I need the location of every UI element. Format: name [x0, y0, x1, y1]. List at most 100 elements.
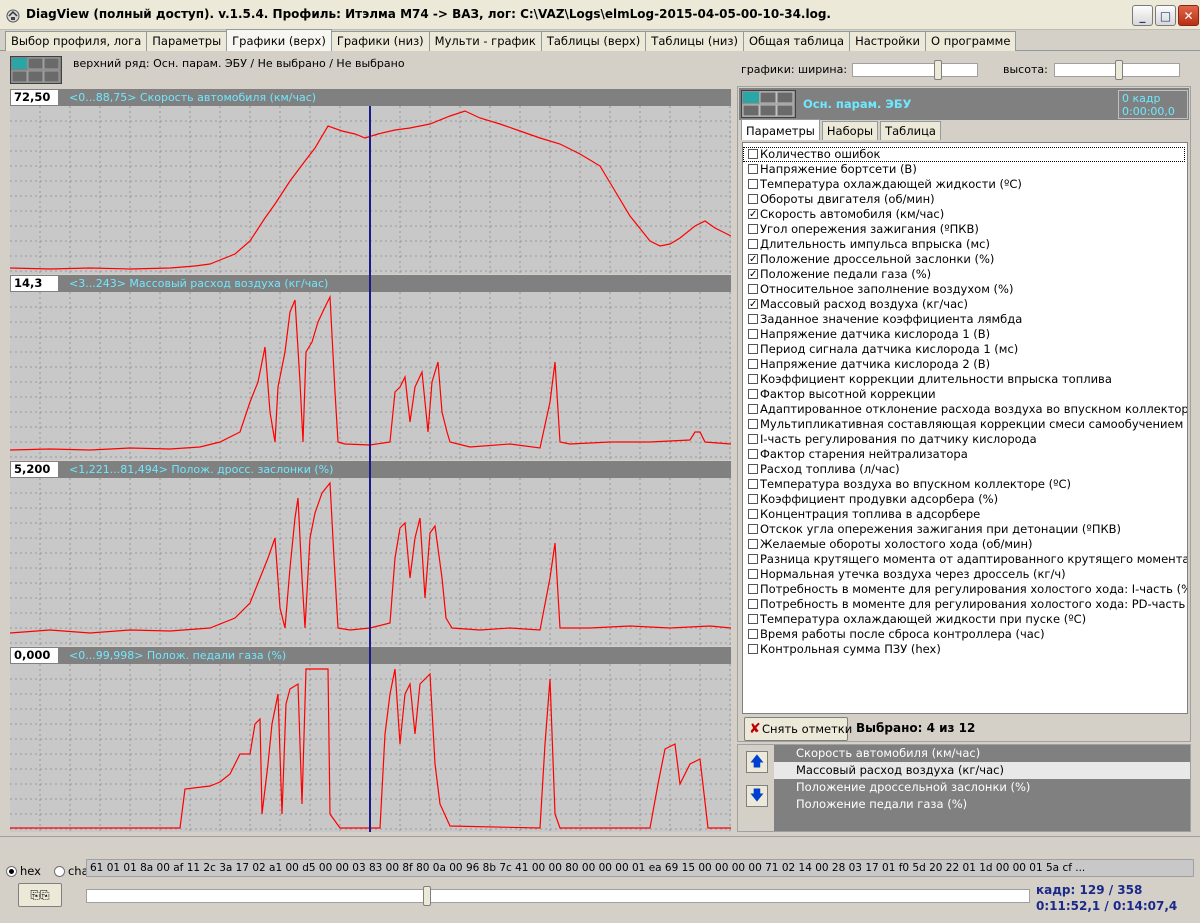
param-row[interactable]: Угол опережения зажигания (ºПКВ) — [743, 222, 1187, 237]
param-checkbox[interactable] — [748, 509, 758, 519]
param-row[interactable]: Скорость автомобиля (км/час) — [743, 207, 1187, 222]
param-row[interactable]: Количество ошибок — [743, 147, 1185, 162]
timeline-slider-thumb[interactable] — [423, 886, 431, 906]
param-row[interactable]: Относительное заполнение воздухом (%) — [743, 282, 1187, 297]
playback-cursor[interactable] — [369, 106, 371, 832]
param-checkbox[interactable] — [748, 164, 758, 174]
param-checkbox[interactable] — [748, 344, 758, 354]
param-checkbox[interactable] — [748, 539, 758, 549]
param-checkbox[interactable] — [748, 179, 758, 189]
minimize-button[interactable]: _ — [1132, 5, 1153, 26]
param-row[interactable]: Адаптированное отклонение расхода воздух… — [743, 402, 1187, 417]
param-checkbox[interactable] — [748, 554, 758, 564]
param-row[interactable]: Концентрация топлива в адсорбере — [743, 507, 1187, 522]
param-checkbox[interactable] — [748, 297, 758, 312]
param-row[interactable]: Нормальная утечка воздуха через дроссель… — [743, 567, 1187, 582]
copy-button[interactable]: ⎘⎘ — [18, 883, 62, 907]
layout-grid-icon[interactable] — [10, 56, 62, 84]
param-row[interactable]: Длительность импульса впрыска (мс) — [743, 237, 1187, 252]
param-row[interactable]: Напряжение датчика кислорода 2 (В) — [743, 357, 1187, 372]
param-row[interactable]: Напряжение датчика кислорода 1 (В) — [743, 327, 1187, 342]
param-checkbox[interactable] — [748, 434, 758, 444]
param-checkbox[interactable] — [748, 374, 758, 384]
param-checkbox[interactable] — [748, 569, 758, 579]
param-checkbox[interactable] — [748, 314, 758, 324]
param-row[interactable]: I-часть регулирования по датчику кислоро… — [743, 432, 1187, 447]
close-button[interactable]: ✕ — [1178, 5, 1199, 26]
maximize-button[interactable]: □ — [1155, 5, 1176, 26]
param-row[interactable]: Положение педали газа (%) — [743, 267, 1187, 282]
param-checkbox[interactable] — [748, 284, 758, 294]
param-row[interactable]: Температура охлаждающей жидкости (ºС) — [743, 177, 1187, 192]
tab-7[interactable]: Общая таблица — [742, 31, 851, 51]
order-item[interactable]: Скорость автомобиля (км/час) — [774, 745, 1190, 762]
param-row[interactable]: Отскок угла опережения зажигания при дет… — [743, 522, 1187, 537]
param-checkbox[interactable] — [748, 644, 758, 654]
set-layout-icon[interactable] — [741, 90, 796, 118]
tab-3[interactable]: Графики (низ) — [330, 31, 430, 51]
param-checkbox[interactable] — [748, 389, 758, 399]
param-row[interactable]: Контрольная сумма ПЗУ (hex) — [743, 642, 1187, 657]
tab-0[interactable]: Выбор профиля, лога — [5, 31, 148, 51]
tab-5[interactable]: Таблицы (верх) — [540, 31, 647, 51]
param-checkbox[interactable] — [748, 599, 758, 609]
right-tab-1[interactable]: Наборы — [821, 121, 879, 140]
param-checkbox[interactable] — [748, 584, 758, 594]
clear-selection-button[interactable]: ✘ Снять отметки — [744, 717, 852, 741]
char-radio[interactable] — [53, 865, 65, 877]
move-up-button[interactable]: 🡅 — [746, 751, 768, 773]
param-checkbox[interactable] — [748, 494, 758, 504]
right-tab-0[interactable]: Параметры — [741, 119, 820, 140]
param-row[interactable]: Температура охлаждающей жидкости при пус… — [743, 612, 1187, 627]
tab-4[interactable]: Мульти - график — [428, 31, 542, 51]
width-slider-thumb[interactable] — [934, 60, 942, 80]
param-checkbox[interactable] — [748, 239, 758, 249]
param-row[interactable]: Фактор высотной коррекции — [743, 387, 1187, 402]
param-row[interactable]: Потребность в моменте для регулирования … — [743, 582, 1187, 597]
param-checkbox[interactable] — [748, 252, 758, 267]
param-row[interactable]: Температура воздуха во впускном коллекто… — [743, 477, 1187, 492]
parameter-list[interactable]: Количество ошибок Напряжение бортсети (В)… — [742, 142, 1188, 714]
param-checkbox[interactable] — [748, 614, 758, 624]
param-row[interactable]: Желаемые обороты холостого хода (об/мин) — [743, 537, 1187, 552]
order-list[interactable]: Скорость автомобиля (км/час) Массовый рас… — [774, 745, 1190, 831]
param-checkbox[interactable] — [748, 464, 758, 474]
param-row[interactable]: Расход топлива (л/час) — [743, 462, 1187, 477]
param-row[interactable]: Массовый расход воздуха (кг/час) — [743, 297, 1187, 312]
param-row[interactable]: Время работы после сброса контроллера (ч… — [743, 627, 1187, 642]
param-checkbox[interactable] — [748, 359, 758, 369]
order-item[interactable]: Положение дроссельной заслонки (%) — [774, 779, 1190, 796]
tab-8[interactable]: Настройки — [849, 31, 927, 51]
param-checkbox[interactable] — [748, 329, 758, 339]
param-checkbox[interactable] — [748, 267, 758, 282]
tab-1[interactable]: Параметры — [146, 31, 228, 51]
param-checkbox[interactable] — [748, 224, 758, 234]
param-checkbox[interactable] — [748, 524, 758, 534]
param-checkbox[interactable] — [748, 629, 758, 639]
param-checkbox[interactable] — [748, 419, 758, 429]
param-row[interactable]: Положение дроссельной заслонки (%) — [743, 252, 1187, 267]
param-checkbox[interactable] — [748, 194, 758, 204]
param-checkbox[interactable] — [748, 404, 758, 414]
param-row[interactable]: Потребность в моменте для регулирования … — [743, 597, 1187, 612]
tab-2[interactable]: Графики (верх) — [226, 29, 332, 51]
tab-9[interactable]: О программе — [925, 31, 1017, 51]
param-row[interactable]: Разница крутящего момента от адаптирован… — [743, 552, 1187, 567]
param-row[interactable]: Обороты двигателя (об/мин) — [743, 192, 1187, 207]
hex-radio[interactable] — [6, 865, 17, 877]
move-down-button[interactable]: 🡇 — [746, 785, 768, 807]
tab-6[interactable]: Таблицы (низ) — [645, 31, 744, 51]
param-row[interactable]: Мультипликативная составляющая коррекции… — [743, 417, 1187, 432]
right-tab-2[interactable]: Таблица — [880, 121, 941, 140]
height-slider[interactable] — [1054, 60, 1180, 80]
param-checkbox[interactable] — [748, 207, 758, 222]
timeline-slider[interactable] — [86, 886, 1030, 906]
param-row[interactable]: Заданное значение коэффициента лямбда — [743, 312, 1187, 327]
width-slider[interactable] — [852, 60, 978, 80]
param-checkbox[interactable] — [748, 479, 758, 489]
param-checkbox[interactable] — [748, 149, 758, 159]
param-row[interactable]: Период сигнала датчика кислорода 1 (мс) — [743, 342, 1187, 357]
order-item[interactable]: Массовый расход воздуха (кг/час) — [774, 762, 1190, 779]
param-row[interactable]: Напряжение бортсети (В) — [743, 162, 1187, 177]
height-slider-thumb[interactable] — [1115, 60, 1123, 80]
